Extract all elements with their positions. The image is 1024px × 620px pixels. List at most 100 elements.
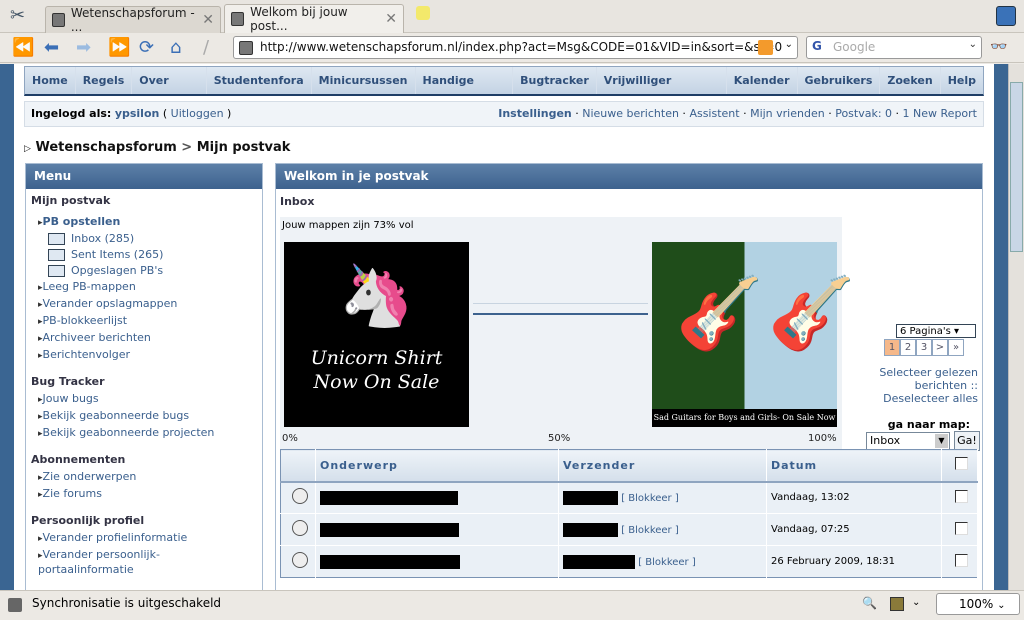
row-checkbox[interactable] xyxy=(955,489,968,503)
glasses-icon[interactable]: 👓 xyxy=(990,39,1007,55)
tools-icon[interactable]: ✂ xyxy=(10,5,25,26)
redacted-subject[interactable] xyxy=(320,554,460,569)
menu-header: Menu xyxy=(26,164,262,189)
breadcrumb-root[interactable]: Wetenschapsforum xyxy=(35,140,176,155)
window-icon[interactable] xyxy=(996,6,1016,26)
folder-inbox[interactable]: Inbox (285) xyxy=(26,231,262,247)
nav-vrijwilliger[interactable]: Vrijwilliger worden xyxy=(597,67,727,115)
zoom-control[interactable]: 100% ⌄ xyxy=(936,593,1020,615)
scrollbar-thumb[interactable] xyxy=(1010,82,1023,252)
logout-link[interactable]: Uitloggen xyxy=(171,107,224,120)
new-tab-icon[interactable] xyxy=(416,6,430,20)
go-button[interactable]: Ga! xyxy=(954,431,980,451)
chevron-down-icon[interactable]: ⌄ xyxy=(969,39,977,50)
menu-item[interactable]: Berichtenvolger xyxy=(26,347,262,364)
page-3[interactable]: 3 xyxy=(916,339,932,356)
settings-link[interactable]: Instellingen xyxy=(498,107,572,120)
chevron-down-icon[interactable]: ⌄ xyxy=(912,591,920,615)
menu-item[interactable]: Archiveer berichten xyxy=(26,330,262,347)
nav-home[interactable]: Home xyxy=(25,67,76,94)
block-link[interactable]: [ Blokkeer ] xyxy=(638,557,696,568)
menu-item[interactable]: Zie onderwerpen xyxy=(26,469,262,486)
table-row[interactable]: [ Blokkeer ] Vandaag, 13:02 xyxy=(280,481,978,514)
url-bar[interactable]: http://www.wetenschapsforum.nl/index.php… xyxy=(233,36,798,59)
ad-unicorn-shirt[interactable]: 🦄 Unicorn Shirt Now On Sale xyxy=(284,242,469,427)
back-icon[interactable]: ⬅ xyxy=(44,37,59,58)
select-all-checkbox[interactable] xyxy=(955,457,968,471)
select-read-link[interactable]: Selecteer gelezen berichten xyxy=(879,366,978,392)
menu-item[interactable]: Verander opslagmappen xyxy=(26,296,262,313)
nav-handige-links[interactable]: Handige links xyxy=(416,67,514,115)
close-icon[interactable]: ✕ xyxy=(202,12,214,28)
sync-icon[interactable] xyxy=(8,598,22,612)
nav-studentenfora[interactable]: Studentenfora xyxy=(207,67,312,94)
ad-sad-guitars[interactable]: Sad Guitars for Boys and Girls- On Sale … xyxy=(652,242,855,427)
reload-icon[interactable]: ⟳ xyxy=(139,37,154,58)
table-row[interactable]: [ Blokkeer ] Vandaag, 07:25 xyxy=(280,513,978,546)
tab-postvak[interactable]: Welkom bij jouw post... ✕ xyxy=(224,4,404,33)
redacted-sender[interactable] xyxy=(563,490,618,505)
menu-item[interactable]: Verander persoonlijk-portaalinformatie xyxy=(26,547,186,578)
chevron-down-icon[interactable]: ⌄ xyxy=(785,39,793,50)
menu-item[interactable]: Zie forums xyxy=(26,486,262,503)
menu-item[interactable]: Bekijk geabonneerde bugs xyxy=(26,408,262,425)
rss-icon[interactable] xyxy=(758,40,773,55)
menu-item[interactable]: PB-blokkeerlijst xyxy=(26,313,262,330)
inbox-count-link[interactable]: Postvak: 0 xyxy=(835,107,892,120)
home-icon[interactable]: ⌂ xyxy=(170,37,181,58)
redacted-subject[interactable] xyxy=(320,490,458,505)
report-link[interactable]: 1 New Report xyxy=(903,107,977,120)
username-link[interactable]: ypsilon xyxy=(115,107,160,120)
nav-help[interactable]: Help xyxy=(941,67,983,94)
menu-item[interactable]: Leeg PB-mappen xyxy=(26,279,262,296)
redacted-sender[interactable] xyxy=(563,522,618,537)
breadcrumb: ▷ Wetenschapsforum > Mijn postvak xyxy=(24,140,291,155)
menu-item[interactable]: Jouw bugs xyxy=(26,391,262,408)
redacted-subject[interactable] xyxy=(320,522,459,537)
page-2[interactable]: 2 xyxy=(900,339,916,356)
new-posts-link[interactable]: Nieuwe berichten xyxy=(582,107,679,120)
folder-select[interactable]: Inbox ▼ xyxy=(866,432,950,450)
nav-minicursussen[interactable]: Minicursussen xyxy=(312,67,416,94)
stop-icon[interactable]: / xyxy=(203,37,209,58)
menu-item[interactable]: Bekijk geabonneerde projecten xyxy=(26,425,262,442)
folder-saved[interactable]: Opgeslagen PB's xyxy=(26,263,262,279)
nav-zoeken[interactable]: Zoeken xyxy=(880,67,941,94)
nav-gebruikers[interactable]: Gebruikers xyxy=(798,67,881,94)
col-date[interactable]: Datum xyxy=(766,449,942,483)
nav-regels[interactable]: Regels xyxy=(76,67,133,94)
deselect-all-link[interactable]: Deselecteer alles xyxy=(883,392,978,405)
row-checkbox[interactable] xyxy=(955,553,968,567)
extension-icon[interactable] xyxy=(890,597,904,611)
nav-bugtracker[interactable]: Bugtracker xyxy=(513,67,597,94)
zoom-reset-icon[interactable]: 🔍 xyxy=(862,591,877,615)
pages-dropdown[interactable]: 6 Pagina's ▾ xyxy=(896,324,976,338)
next-page[interactable]: > xyxy=(932,339,948,356)
table-row[interactable]: [ Blokkeer ] 26 February 2009, 18:31 xyxy=(280,545,978,578)
friends-link[interactable]: Mijn vrienden xyxy=(750,107,825,120)
search-input[interactable]: G Google ⌄ xyxy=(806,36,982,59)
tab-wetenschapsforum[interactable]: Wetenschapsforum - ... ✕ xyxy=(45,6,221,34)
col-subject[interactable]: Onderwerp xyxy=(315,449,559,483)
folder-sent[interactable]: Sent Items (265) xyxy=(26,247,262,263)
row-checkbox[interactable] xyxy=(955,521,968,535)
col-sender[interactable]: Verzender xyxy=(558,449,767,483)
folder-label: Opgeslagen PB's xyxy=(71,264,164,277)
block-link[interactable]: [ Blokkeer ] xyxy=(621,525,679,536)
ad-text: Sad Guitars for Boys and Girls- On Sale … xyxy=(652,409,837,427)
forward-icon[interactable]: ➡ xyxy=(76,37,91,58)
assistant-link[interactable]: Assistent xyxy=(689,107,739,120)
nav-over-wsf[interactable]: Over WSF xyxy=(132,67,207,115)
page-1[interactable]: 1 xyxy=(884,339,900,356)
compose-pm-link[interactable]: PB opstellen xyxy=(26,214,262,231)
rewind-icon[interactable]: ⏪ xyxy=(12,37,34,58)
url-text: http://www.wetenschapsforum.nl/index.php… xyxy=(260,40,783,54)
menu-item[interactable]: Verander profielinformatie xyxy=(26,530,262,547)
nav-kalender[interactable]: Kalender xyxy=(727,67,798,94)
fast-forward-icon[interactable]: ⏩ xyxy=(108,37,130,58)
block-link[interactable]: [ Blokkeer ] xyxy=(621,493,679,504)
redacted-sender[interactable] xyxy=(563,554,635,569)
last-page[interactable]: » xyxy=(948,339,964,356)
scrollbar[interactable] xyxy=(1008,64,1024,590)
close-icon[interactable]: ✕ xyxy=(385,11,397,27)
